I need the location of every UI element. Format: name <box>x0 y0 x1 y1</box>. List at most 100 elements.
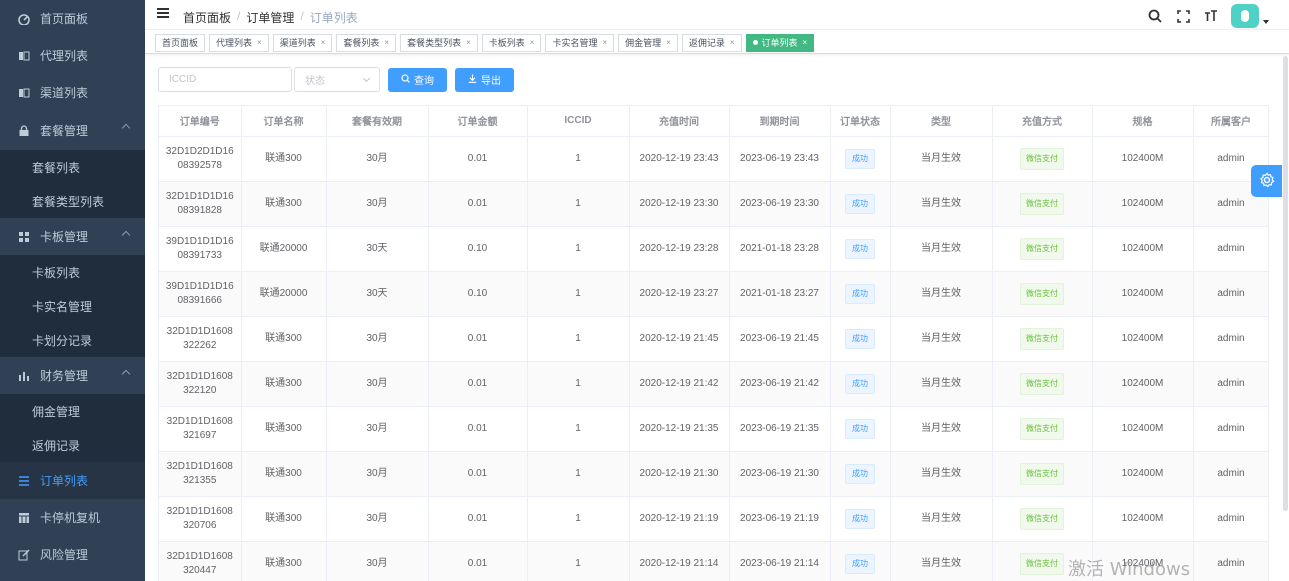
table-icon <box>18 512 30 524</box>
sidebar-item-suspend-resume[interactable]: 卡停机复机 <box>0 499 145 536</box>
sidebar-item-label: 渠道列表 <box>40 86 89 100</box>
sidebar-item-label: 卡划分记录 <box>32 333 93 348</box>
settings-button[interactable] <box>1251 165 1282 197</box>
page-scrollbar[interactable] <box>1283 56 1288 511</box>
chevron-up-icon <box>121 230 131 240</box>
tag-channels[interactable]: 渠道列表 × <box>272 33 333 52</box>
close-icon[interactable]: × <box>730 38 735 47</box>
table-cell: 30月 <box>326 496 429 542</box>
sidebar-item-agents[interactable]: 代理列表 <box>0 37 145 74</box>
agent-icon <box>18 50 30 62</box>
sidebar-item-risk[interactable]: 风险管理 <box>0 536 145 573</box>
column-header: 订单金额 <box>428 106 528 137</box>
tag-label: 套餐列表 <box>343 38 380 48</box>
table-cell: 2023-06-19 21:19 <box>729 496 831 542</box>
sidebar-item-finance[interactable]: 财务管理 <box>0 357 145 394</box>
sidebar-item-label: 风险管理 <box>40 548 89 562</box>
status-badge: 成功 <box>845 373 875 394</box>
sidebar-item-card-division[interactable]: 卡划分记录 <box>0 323 145 357</box>
tag-label: 卡实名管理 <box>552 38 598 48</box>
fullscreen-icon[interactable] <box>1175 8 1191 24</box>
table-cell: 2023-06-19 21:42 <box>729 361 831 407</box>
sidebar-item-dashboard[interactable]: 首页面板 <box>0 0 145 37</box>
table-cell: 32D1D1D1608 320447 <box>159 541 242 581</box>
close-icon[interactable]: × <box>466 38 471 47</box>
sidebar-item-package-mgmt[interactable]: 套餐管理 <box>0 111 145 150</box>
table-cell: 30月 <box>326 406 429 452</box>
tag-dashboard[interactable]: 首页面板 <box>155 33 206 52</box>
table-cell: 30月 <box>326 316 429 362</box>
tag-agents[interactable]: 代理列表 × <box>209 33 269 52</box>
table-row: 32D1D1D1608 321355 联通300 30月 0.01 1 2020-12-1… <box>159 451 1268 497</box>
iccid-input[interactable]: ICCID <box>158 67 292 92</box>
close-icon[interactable]: × <box>803 38 808 47</box>
table-cell: 32D1D1D1D16 08391828 <box>159 181 242 227</box>
close-icon[interactable]: × <box>530 38 535 47</box>
payment-badge: 微信支付 <box>1020 462 1064 485</box>
table-cell: admin <box>1193 406 1268 452</box>
breadcrumb-item[interactable]: 首页面板 <box>183 9 231 26</box>
column-header: 到期时间 <box>729 106 831 137</box>
table-cell: admin <box>1193 496 1268 542</box>
close-icon[interactable]: × <box>321 38 326 47</box>
table-cell: 0.01 <box>428 541 528 581</box>
table-cell: 1 <box>527 181 630 227</box>
tag-card-realname[interactable]: 卡实名管理 × <box>545 33 615 52</box>
table-cell: 2020-12-19 21:45 <box>629 316 730 362</box>
table-cell: admin <box>1193 226 1268 272</box>
table-cell: 1 <box>527 226 630 272</box>
table-cell: admin <box>1193 361 1268 407</box>
close-icon[interactable]: × <box>257 38 262 47</box>
table-cell: 当月生效 <box>890 496 993 542</box>
tag-rebate[interactable]: 返佣记录 × <box>681 33 742 52</box>
tag-package-types[interactable]: 套餐类型列表 × <box>400 33 478 52</box>
status-select[interactable]: 状态 <box>294 67 380 92</box>
chevron-up-icon <box>121 369 131 379</box>
tag-orders-active[interactable]: 订单列表 × <box>745 33 815 52</box>
search-icon[interactable] <box>1147 8 1163 24</box>
table-cell: 1 <box>527 451 630 497</box>
table-cell: 30月 <box>326 451 429 497</box>
navbar: 首页面板 / 订单管理 / 订单列表 <box>145 0 1289 30</box>
table-cell: 2023-06-19 21:45 <box>729 316 831 362</box>
submenu-card: 卡板列表 卡实名管理 卡划分记录 <box>0 255 145 357</box>
breadcrumb-separator: / <box>300 9 304 23</box>
sidebar-item-orders[interactable]: 订单列表 <box>0 462 145 499</box>
sidebar-item-card-list[interactable]: 卡板列表 <box>0 255 145 289</box>
tag-commission[interactable]: 佣金管理 × <box>618 33 678 52</box>
sidebar-item-package-type-list[interactable]: 套餐类型列表 <box>0 184 145 218</box>
sidebar-item-commission[interactable]: 佣金管理 <box>0 394 145 428</box>
search-button[interactable]: 查询 <box>388 67 447 92</box>
table-cell: 微信支付 <box>992 271 1093 317</box>
caret-down-icon[interactable] <box>1263 20 1269 24</box>
table-cell: 2020-12-19 23:43 <box>629 136 730 182</box>
table-cell: 微信支付 <box>992 136 1093 182</box>
font-size-icon[interactable] <box>1203 8 1219 24</box>
export-button[interactable]: 导出 <box>455 67 514 92</box>
status-badge: 成功 <box>845 238 875 259</box>
table-cell: 30天 <box>326 226 429 272</box>
table-row: 32D1D1D1608 320706 联通300 30月 0.01 1 2020-12-1… <box>159 496 1268 542</box>
table-cell: 102400M <box>1092 181 1194 227</box>
table-cell: 成功 <box>830 406 891 452</box>
hamburger-icon[interactable] <box>157 8 169 19</box>
tag-package-list[interactable]: 套餐列表 × <box>336 33 397 52</box>
table-cell: 当月生效 <box>890 271 993 317</box>
sidebar-item-rebate[interactable]: 返佣记录 <box>0 428 145 462</box>
sidebar-item-channels[interactable]: 渠道列表 <box>0 74 145 111</box>
sidebar-item-package-list[interactable]: 套餐列表 <box>0 150 145 184</box>
breadcrumb: 首页面板 / 订单管理 / 订单列表 <box>183 9 358 26</box>
status-badge: 成功 <box>845 418 875 439</box>
close-icon[interactable]: × <box>666 38 671 47</box>
close-icon[interactable]: × <box>384 38 389 47</box>
avatar[interactable] <box>1231 4 1259 28</box>
os-watermark: 激活 Windows <box>1068 559 1191 580</box>
table-cell: 102400M <box>1092 271 1194 317</box>
tags-view: 首页面板 代理列表 × 渠道列表 × 套餐列表 × 套餐类型列表 × 卡板列表 × 卡实名… <box>145 32 1289 54</box>
sidebar-item-card-mgmt[interactable]: 卡板管理 <box>0 218 145 255</box>
table-cell: 1 <box>527 496 630 542</box>
column-header: 订单名称 <box>241 106 327 137</box>
tag-card-list[interactable]: 卡板列表 × <box>481 33 542 52</box>
close-icon[interactable]: × <box>602 38 607 47</box>
sidebar-item-card-realname[interactable]: 卡实名管理 <box>0 289 145 323</box>
